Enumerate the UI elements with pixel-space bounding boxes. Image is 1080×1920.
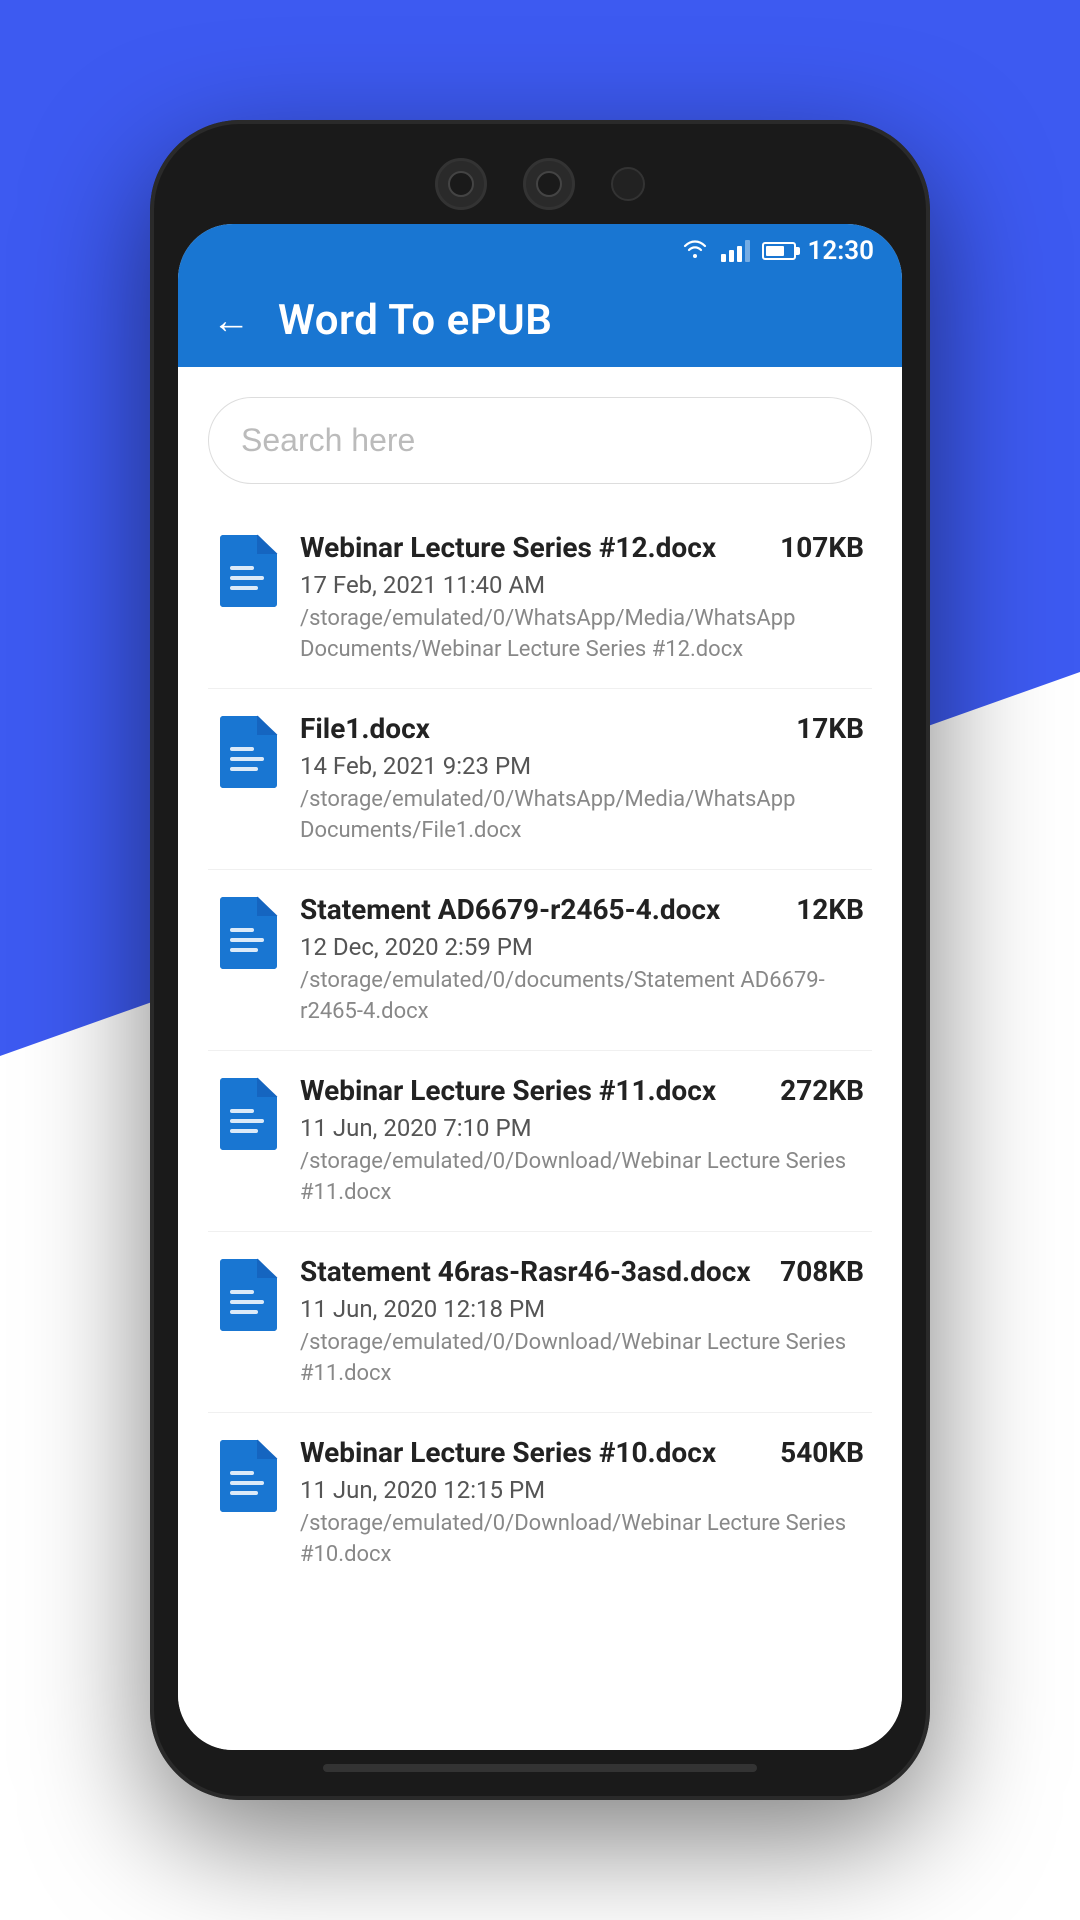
file-date: 17 Feb, 2021 11:40 AM — [300, 571, 864, 599]
battery-icon — [762, 242, 796, 260]
file-icon — [216, 1258, 278, 1332]
file-item[interactable]: Webinar Lecture Series #11.docx 272KB 11… — [208, 1051, 872, 1232]
status-time: 12:30 — [808, 236, 875, 266]
file-info: Webinar Lecture Series #12.docx 107KB 17… — [300, 530, 864, 666]
file-path: /storage/emulated/0/Download/Webinar Lec… — [300, 1328, 864, 1390]
wifi-icon — [681, 236, 709, 266]
file-name: File1.docx — [300, 711, 786, 747]
file-top-row: Webinar Lecture Series #12.docx 107KB — [300, 530, 864, 566]
content-area: Webinar Lecture Series #12.docx 107KB 17… — [178, 367, 902, 1750]
file-icon — [216, 715, 278, 789]
file-name: Webinar Lecture Series #10.docx — [300, 1435, 770, 1471]
file-name: Statement 46ras-Rasr46-3asd.docx — [300, 1254, 770, 1290]
phone-frame: 12:30 ← Word To ePUB — [150, 120, 930, 1800]
file-icon — [216, 896, 278, 970]
file-path: /storage/emulated/0/WhatsApp/Media/Whats… — [300, 785, 864, 847]
file-top-row: Statement AD6679-r2465-4.docx 12KB — [300, 892, 864, 928]
search-bar — [208, 397, 872, 484]
file-size: 107KB — [780, 531, 864, 564]
app-title: Word To ePUB — [278, 296, 552, 345]
file-path: /storage/emulated/0/Download/Webinar Lec… — [300, 1509, 864, 1571]
file-info: File1.docx 17KB 14 Feb, 2021 9:23 PM /st… — [300, 711, 864, 847]
scene: 12:30 ← Word To ePUB — [0, 0, 1080, 1920]
file-size: 12KB — [796, 893, 864, 926]
file-info: Webinar Lecture Series #10.docx 540KB 11… — [300, 1435, 864, 1571]
file-item[interactable]: Webinar Lecture Series #12.docx 107KB 17… — [208, 508, 872, 689]
app-bar: ← Word To ePUB — [178, 274, 902, 367]
file-date: 11 Jun, 2020 12:18 PM — [300, 1295, 864, 1323]
file-icon — [216, 1077, 278, 1151]
file-path: /storage/emulated/0/WhatsApp/Media/Whats… — [300, 604, 864, 666]
status-icons: 12:30 — [681, 236, 875, 266]
file-item[interactable]: Webinar Lecture Series #10.docx 540KB 11… — [208, 1413, 872, 1593]
camera-left — [435, 158, 487, 210]
file-name: Statement AD6679-r2465-4.docx — [300, 892, 786, 928]
file-info: Statement 46ras-Rasr46-3asd.docx 708KB 1… — [300, 1254, 864, 1390]
file-top-row: File1.docx 17KB — [300, 711, 864, 747]
back-button[interactable]: ← — [208, 298, 254, 344]
phone-bottom-bar — [323, 1764, 757, 1772]
file-list: Webinar Lecture Series #12.docx 107KB 17… — [208, 508, 872, 1593]
file-top-row: Statement 46ras-Rasr46-3asd.docx 708KB — [300, 1254, 864, 1290]
file-date: 12 Dec, 2020 2:59 PM — [300, 933, 864, 961]
phone-screen: 12:30 ← Word To ePUB — [178, 224, 902, 1750]
search-input[interactable] — [208, 397, 872, 484]
file-top-row: Webinar Lecture Series #11.docx 272KB — [300, 1073, 864, 1109]
file-date: 11 Jun, 2020 12:15 PM — [300, 1476, 864, 1504]
status-bar: 12:30 — [178, 224, 902, 274]
file-icon — [216, 534, 278, 608]
file-item[interactable]: Statement AD6679-r2465-4.docx 12KB 12 De… — [208, 870, 872, 1051]
file-name: Webinar Lecture Series #11.docx — [300, 1073, 770, 1109]
signal-icon — [721, 240, 750, 262]
file-name: Webinar Lecture Series #12.docx — [300, 530, 770, 566]
file-size: 272KB — [780, 1074, 864, 1107]
file-size: 708KB — [780, 1255, 864, 1288]
file-date: 11 Jun, 2020 7:10 PM — [300, 1114, 864, 1142]
file-item[interactable]: Statement 46ras-Rasr46-3asd.docx 708KB 1… — [208, 1232, 872, 1413]
file-item[interactable]: File1.docx 17KB 14 Feb, 2021 9:23 PM /st… — [208, 689, 872, 870]
camera-center — [611, 167, 645, 201]
phone-top — [178, 148, 902, 224]
file-size: 17KB — [796, 712, 864, 745]
battery-fill — [766, 246, 784, 256]
file-info: Statement AD6679-r2465-4.docx 12KB 12 De… — [300, 892, 864, 1028]
file-path: /storage/emulated/0/Download/Webinar Lec… — [300, 1147, 864, 1209]
file-icon — [216, 1439, 278, 1513]
file-info: Webinar Lecture Series #11.docx 272KB 11… — [300, 1073, 864, 1209]
file-path: /storage/emulated/0/documents/Statement … — [300, 966, 864, 1028]
file-size: 540KB — [780, 1436, 864, 1469]
file-top-row: Webinar Lecture Series #10.docx 540KB — [300, 1435, 864, 1471]
camera-right — [523, 158, 575, 210]
file-date: 14 Feb, 2021 9:23 PM — [300, 752, 864, 780]
